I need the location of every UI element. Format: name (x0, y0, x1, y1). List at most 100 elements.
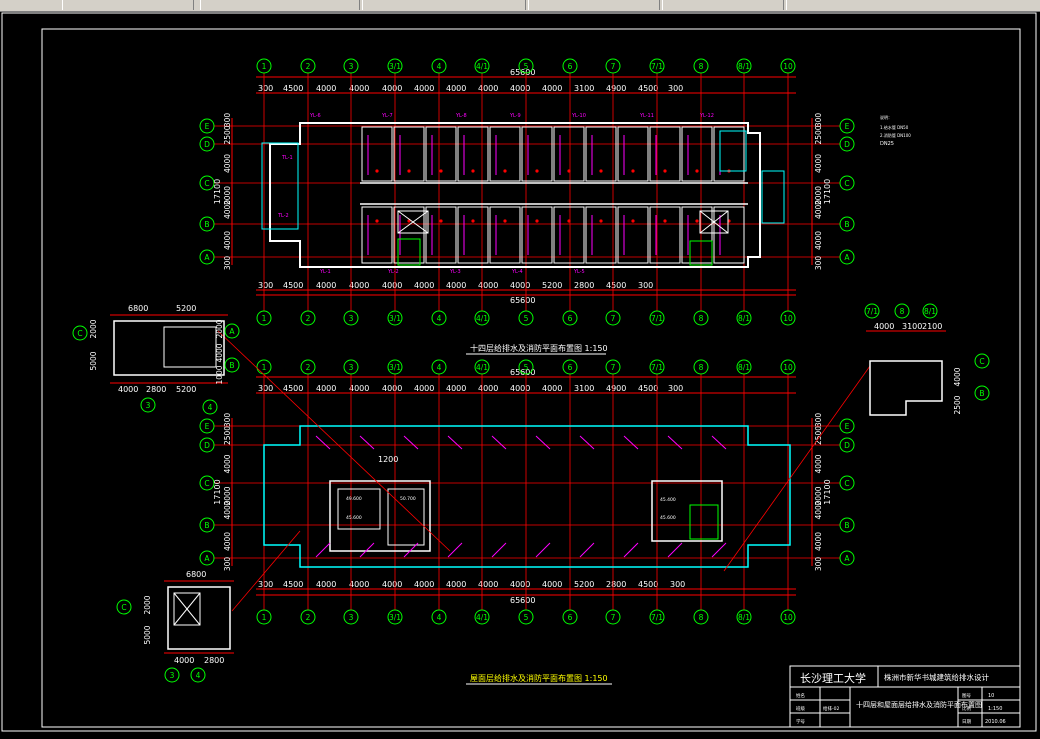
room-north (361, 126, 393, 182)
axis-label: 3 (349, 314, 354, 323)
elevation-label: 49.600 (346, 496, 362, 502)
dim-total: 17100 (823, 479, 832, 504)
toolbar-segment[interactable] (786, 0, 1040, 10)
pipe-label: YL-5 (573, 269, 585, 275)
axis-label: B (229, 361, 234, 370)
room-south (585, 206, 617, 264)
dim-label: 4000 (349, 384, 369, 393)
axis-label: 7/1 (651, 363, 663, 372)
dim-label: 4000 (478, 281, 498, 290)
pipe-label: YL-6 (309, 113, 321, 119)
sprinkler-head (471, 169, 475, 173)
toolbar-segment[interactable] (200, 0, 360, 10)
room-south (489, 206, 521, 264)
axis-label: 5 (524, 363, 529, 372)
axis-label: 7 (611, 62, 616, 71)
detail-outline (869, 360, 943, 416)
pipe-label: YL-11 (639, 113, 654, 119)
axis-label: E (845, 422, 850, 431)
dim-label: 4000 (414, 384, 434, 393)
dim-label: 4000 (478, 384, 498, 393)
pipe-label: TL-2 (277, 213, 289, 219)
pipe-label: YL-9 (509, 113, 521, 119)
toolbar-segment[interactable] (662, 0, 784, 10)
axis-label: A (204, 554, 210, 563)
dim-label: 4500 (283, 281, 303, 290)
axis-label: D (844, 441, 850, 450)
dim-label: 2500 (953, 395, 962, 414)
dim-label: 4000 (446, 580, 466, 589)
axis-label: C (77, 329, 82, 338)
axis-label: 8/1 (738, 613, 750, 622)
dim-label: 2500 (223, 426, 232, 445)
axis-label: 8 (699, 314, 704, 323)
axis-label: B (979, 389, 984, 398)
dim-label: 6800 (128, 304, 148, 313)
dim-total: 17100 (213, 179, 222, 204)
axis-label: 4/1 (476, 363, 488, 372)
axis-label: 8/1 (924, 307, 936, 316)
dim-label: 300 (814, 113, 823, 128)
dim-label: 4000 (414, 84, 434, 93)
drain-arrow (491, 435, 507, 450)
drawing-canvas[interactable]: 300 4500 4000 4000 4000 4000 4000 4000 4000 4000 3… (0, 11, 1040, 735)
dim-label: 2000 (89, 319, 98, 338)
detail-views: 6800 5200 4000 2800 5200 5000 2000 2000 4000 1000… (72, 303, 990, 683)
room-north (585, 126, 617, 182)
plan-title-fourteenth: 十四层给排水及消防平面布置图 1:150 (470, 343, 608, 353)
drain-arrow (667, 542, 683, 558)
dim-label: 300 (638, 281, 653, 290)
toolbar-segment[interactable] (528, 0, 660, 10)
axis-label: 4 (437, 363, 442, 372)
dim-label: 4000 (814, 532, 823, 551)
axis-label: 2 (306, 314, 311, 323)
dim-label: 6800 (186, 570, 206, 579)
dim-label: 300 (814, 256, 823, 271)
dim-label: 4000 (542, 580, 562, 589)
axis-label: 3 (349, 363, 354, 372)
note-line: 1.给水管 DN50 (880, 124, 909, 130)
axis-label: 6 (568, 363, 573, 372)
title-block-value: 10 (988, 693, 994, 699)
pipe-label: YL-12 (699, 113, 714, 119)
drain-arrow (491, 542, 507, 558)
title-block-label: 学号 (796, 718, 805, 725)
title-block-label: 姓名 (796, 692, 805, 699)
dim-overall: 65600 (510, 296, 535, 305)
axis-label: C (979, 357, 984, 366)
axis-label: B (844, 521, 849, 530)
dim-label: 300 (223, 557, 232, 572)
room-north (425, 126, 457, 182)
axis-label: E (845, 122, 850, 131)
room-north (649, 126, 681, 182)
axis-label: 6 (568, 613, 573, 622)
dim-label: 2000 (215, 319, 224, 338)
room-south (649, 206, 681, 264)
axis-label: D (204, 441, 210, 450)
axis-label: 5 (524, 314, 529, 323)
dim-label: 4000 (349, 84, 369, 93)
room-north (521, 126, 553, 182)
dim-label: 4000 (382, 84, 402, 93)
toolbar-segment[interactable] (362, 0, 526, 10)
dim-label: 4000 (223, 200, 232, 219)
sprinkler-head (599, 169, 603, 173)
title-block-value: 2010.06 (985, 719, 1006, 725)
axis-label: 4 (196, 671, 201, 680)
dim-label: 4000 (223, 532, 232, 551)
dim-label: 2800 (606, 580, 626, 589)
dim-label: 4000 (223, 500, 232, 519)
axis-label: 2 (306, 613, 311, 622)
title-block-value: 给排-02 (823, 705, 839, 712)
dim-label: 2500 (223, 125, 232, 144)
dim-label: 4000 (814, 200, 823, 219)
stair-well (397, 238, 421, 266)
axis-label: 4/1 (476, 62, 488, 71)
drain-arrow (359, 542, 375, 558)
dim-label: 300 (258, 84, 273, 93)
toolbar-segment[interactable] (62, 0, 194, 10)
sprinkler-head (567, 219, 571, 223)
axis-label: 8/1 (738, 363, 750, 372)
axis-label: 10 (783, 613, 793, 622)
room-north (489, 126, 521, 182)
